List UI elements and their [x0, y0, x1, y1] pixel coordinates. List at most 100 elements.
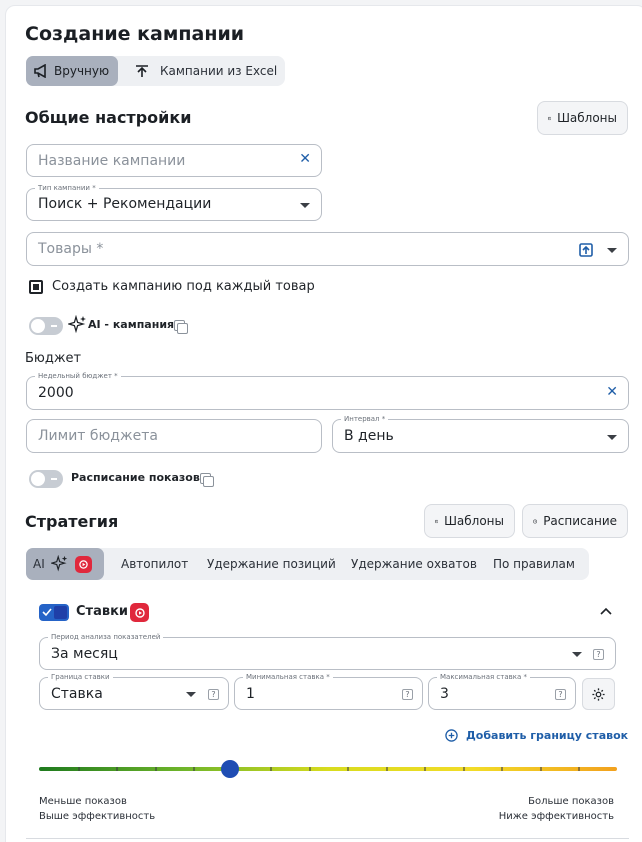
- slider-tick: [154, 767, 157, 771]
- add-bound-label: Добавить границу ставок: [466, 729, 629, 742]
- min-bid-field[interactable]: Минимальная ставка * 1 ?: [234, 672, 423, 710]
- templates-icon: [435, 519, 439, 523]
- max-bid-value: 3: [440, 686, 449, 702]
- brand-play-icon: [130, 603, 149, 622]
- tab-hold-positions[interactable]: Удержание позиций: [207, 548, 336, 580]
- campaign-name-field[interactable]: Название кампании ✕: [26, 144, 322, 177]
- schedule-toggle[interactable]: [29, 470, 63, 488]
- slider-thumb[interactable]: [220, 760, 239, 778]
- sparkle-icon: [50, 555, 67, 572]
- slider-right-top: Больше показов: [528, 796, 614, 807]
- general-title: Общие настройки: [25, 108, 192, 127]
- slider-tick: [347, 767, 350, 771]
- help-icon[interactable]: ?: [593, 649, 604, 660]
- tab-excel[interactable]: Кампании из Excel: [126, 56, 286, 86]
- strategy-templates-button[interactable]: Шаблоны: [424, 504, 515, 538]
- campaign-type-value: Поиск + Рекомендации: [38, 196, 212, 212]
- strategy-title: Стратегия: [25, 512, 119, 531]
- tab-by-rules[interactable]: По правилам: [493, 548, 575, 580]
- slider-tick: [308, 767, 311, 771]
- divider: [26, 838, 629, 839]
- slider-tick: [77, 767, 80, 771]
- campaign-type-select[interactable]: Тип кампании * Поиск + Рекомендации: [26, 183, 322, 221]
- strategy-templates-label: Шаблоны: [444, 514, 504, 528]
- bids-title: Ставки: [76, 604, 129, 619]
- campaign-card: Создание кампании Вручную Кампании из Ex…: [5, 5, 642, 842]
- chevron-down-icon: [607, 248, 617, 253]
- slider-tick: [193, 767, 196, 771]
- upload-icon: [136, 65, 148, 77]
- templates-icon: [548, 116, 552, 120]
- bound-label: Граница ставки: [48, 672, 113, 682]
- copy-icon[interactable]: [200, 473, 214, 487]
- chevron-up-icon[interactable]: [600, 607, 612, 615]
- help-icon[interactable]: ?: [208, 689, 219, 700]
- ai-campaign-label: AI - кампания: [88, 318, 175, 331]
- slider-left-bottom: Выше эффективность: [39, 811, 156, 822]
- budget-title: Бюджет: [25, 351, 82, 366]
- slider-tick: [578, 767, 581, 771]
- mode-switch: Вручную Кампании из Excel: [26, 56, 285, 86]
- bid-settings-button[interactable]: [582, 678, 615, 710]
- campaign-name-placeholder: Название кампании: [38, 153, 186, 169]
- add-bound-button[interactable]: Добавить границу ставок: [445, 729, 628, 742]
- general-templates-label: Шаблоны: [557, 111, 617, 125]
- import-icon[interactable]: [579, 243, 593, 257]
- weekly-budget-label: Недельный бюджет *: [35, 371, 121, 381]
- chevron-down-icon: [186, 692, 196, 697]
- megaphone-icon: [34, 64, 46, 78]
- slider-tick: [539, 767, 542, 771]
- tab-autopilot[interactable]: Автопилот: [121, 548, 188, 580]
- interval-value: В день: [344, 428, 394, 444]
- interval-select[interactable]: Интервал * В день: [332, 414, 629, 453]
- general-templates-button[interactable]: Шаблоны: [537, 101, 628, 135]
- brand-play-icon: [74, 555, 92, 573]
- page-title: Создание кампании: [25, 23, 245, 45]
- bound-select[interactable]: Граница ставки Ставка ?: [39, 672, 229, 710]
- tab-excel-label: Кампании из Excel: [160, 64, 278, 78]
- slider-left-top: Меньше показов: [39, 796, 127, 807]
- ai-campaign-toggle[interactable]: [29, 317, 63, 335]
- slider-tick: [116, 767, 119, 771]
- clear-icon[interactable]: ✕: [606, 384, 618, 400]
- clock-icon: [533, 518, 538, 524]
- products-placeholder: Товары *: [38, 241, 104, 257]
- check-icon: [42, 608, 52, 617]
- sparkle-icon: [68, 315, 86, 334]
- min-bid-label: Минимальная ставка *: [243, 672, 333, 682]
- interval-label: Интервал *: [341, 414, 389, 424]
- bids-toggle[interactable]: [39, 604, 69, 621]
- help-icon[interactable]: ?: [402, 689, 413, 700]
- budget-limit-field[interactable]: Лимит бюджета: [26, 419, 322, 453]
- min-bid-value: 1: [246, 686, 255, 702]
- budget-limit-placeholder: Лимит бюджета: [38, 428, 158, 444]
- tab-hold-reach[interactable]: Удержание охватов: [351, 548, 477, 580]
- tab-manual[interactable]: Вручную: [26, 56, 118, 86]
- tab-manual-label: Вручную: [54, 64, 110, 78]
- slider-right-bottom: Ниже эффективность: [498, 811, 614, 822]
- period-label: Период анализа показателей: [48, 632, 164, 642]
- efficiency-slider[interactable]: [39, 759, 617, 779]
- chevron-down-icon: [572, 652, 582, 657]
- weekly-budget-field[interactable]: Недельный бюджет * 2000 ✕: [26, 371, 629, 410]
- per-product-label: Создать кампанию под каждый товар: [52, 279, 315, 294]
- slider-tick: [270, 767, 273, 771]
- tab-ai[interactable]: AI: [26, 548, 104, 580]
- help-icon[interactable]: ?: [555, 689, 566, 700]
- copy-icon[interactable]: [174, 320, 188, 334]
- products-select[interactable]: Товары *: [26, 232, 629, 266]
- strategy-schedule-button[interactable]: Расписание: [522, 504, 628, 538]
- slider-ticks: [39, 767, 617, 771]
- strategy-tabs: AI Автопилот Удержание позиций Удержание…: [26, 548, 589, 580]
- strategy-schedule-label: Расписание: [543, 514, 617, 528]
- slider-tick: [501, 767, 504, 771]
- bound-value: Ставка: [51, 686, 103, 702]
- add-circle-icon: [445, 729, 458, 742]
- chevron-down-icon: [300, 203, 310, 208]
- period-select[interactable]: Период анализа показателей За месяц ?: [39, 632, 616, 670]
- per-product-checkbox[interactable]: [29, 280, 43, 294]
- max-bid-field[interactable]: Максимальная ставка * 3 ?: [428, 672, 576, 710]
- gear-icon: [592, 687, 605, 701]
- clear-icon[interactable]: ✕: [299, 151, 311, 167]
- campaign-type-label: Тип кампании *: [35, 183, 99, 193]
